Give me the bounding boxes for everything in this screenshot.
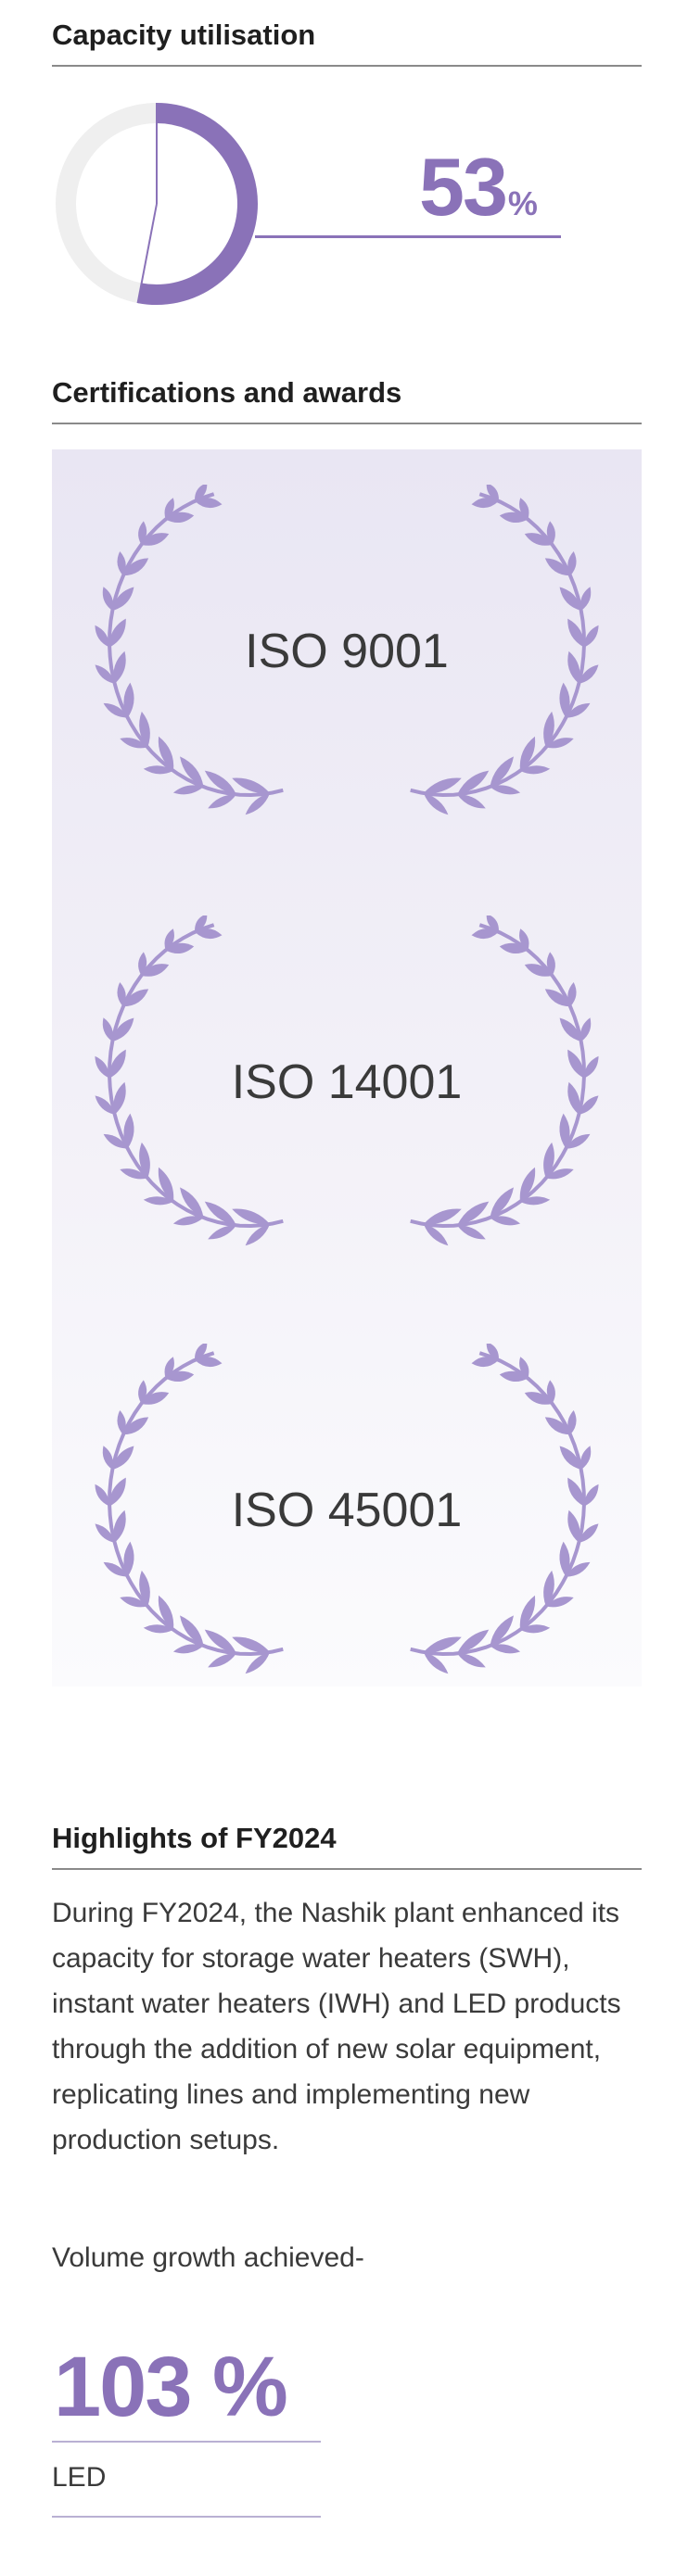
highlights-paragraph: During FY2024, the Nashik plant enhanced… (52, 1898, 621, 2155)
laurel-leaf (580, 1446, 592, 1470)
laurel-leaf (117, 981, 126, 1007)
laurel-leaf (457, 1653, 486, 1668)
laurel-leaf (580, 1017, 592, 1042)
laurel-leaf (490, 785, 521, 795)
certification-iso-45001: ISO 45001 (52, 1344, 642, 1677)
laurel-leaf (423, 777, 462, 794)
certification-iso-14001: ISO 14001 (52, 915, 642, 1249)
certification-iso-9001: ISO 9001 (52, 485, 642, 818)
capacity-section-title: Capacity utilisation (52, 19, 642, 67)
capacity-unit: % (507, 184, 538, 222)
volume-growth-intro: Volume growth achieved- (52, 2242, 364, 2273)
laurel-leaf (117, 550, 126, 576)
laurel-leaf (423, 1208, 462, 1225)
laurel-leaf (208, 794, 236, 809)
laurel-leaf (117, 1409, 126, 1435)
laurel-leaf (102, 587, 113, 611)
laurel-leaf (567, 550, 577, 576)
certification-label: ISO 9001 (245, 625, 449, 678)
certification-label: ISO 45001 (231, 1484, 463, 1537)
laurel-leaf (490, 1644, 521, 1654)
laurel-leaf (457, 794, 486, 809)
laurel-leaf (567, 1409, 577, 1435)
laurel-leaf (580, 587, 592, 611)
laurel-leaf (232, 1208, 271, 1225)
highlights-section-title: Highlights of FY2024 (52, 1822, 642, 1870)
led-growth-label: LED (52, 2462, 107, 2493)
capacity-leader-line (255, 235, 561, 238)
laurel-leaf (232, 777, 271, 794)
laurel-leaf (172, 785, 204, 795)
metric-divider (52, 2441, 321, 2443)
laurel-leaf (172, 1216, 204, 1226)
certifications-panel: ISO 9001 ISO 14001 ISO 45001 (52, 449, 642, 1686)
laurel-leaf (208, 1225, 236, 1240)
laurel-leaf (490, 1216, 521, 1226)
laurel-leaf (567, 981, 577, 1007)
laurel-leaf (457, 1225, 486, 1240)
laurel-leaf (172, 1644, 204, 1654)
metric-divider (52, 2516, 321, 2518)
capacity-value: 53% (419, 146, 538, 228)
laurel-leaf (102, 1017, 113, 1042)
capacity-donut-chart (56, 103, 258, 305)
laurel-leaf (423, 1636, 462, 1653)
capacity-number: 53 (419, 141, 508, 233)
certification-label: ISO 14001 (231, 1055, 463, 1109)
laurel-leaf (102, 1446, 113, 1470)
laurel-leaf (208, 1653, 236, 1668)
laurel-leaf (232, 1636, 271, 1653)
led-growth-value: 103 % (54, 2340, 288, 2434)
certifications-section-title: Certifications and awards (52, 376, 642, 424)
